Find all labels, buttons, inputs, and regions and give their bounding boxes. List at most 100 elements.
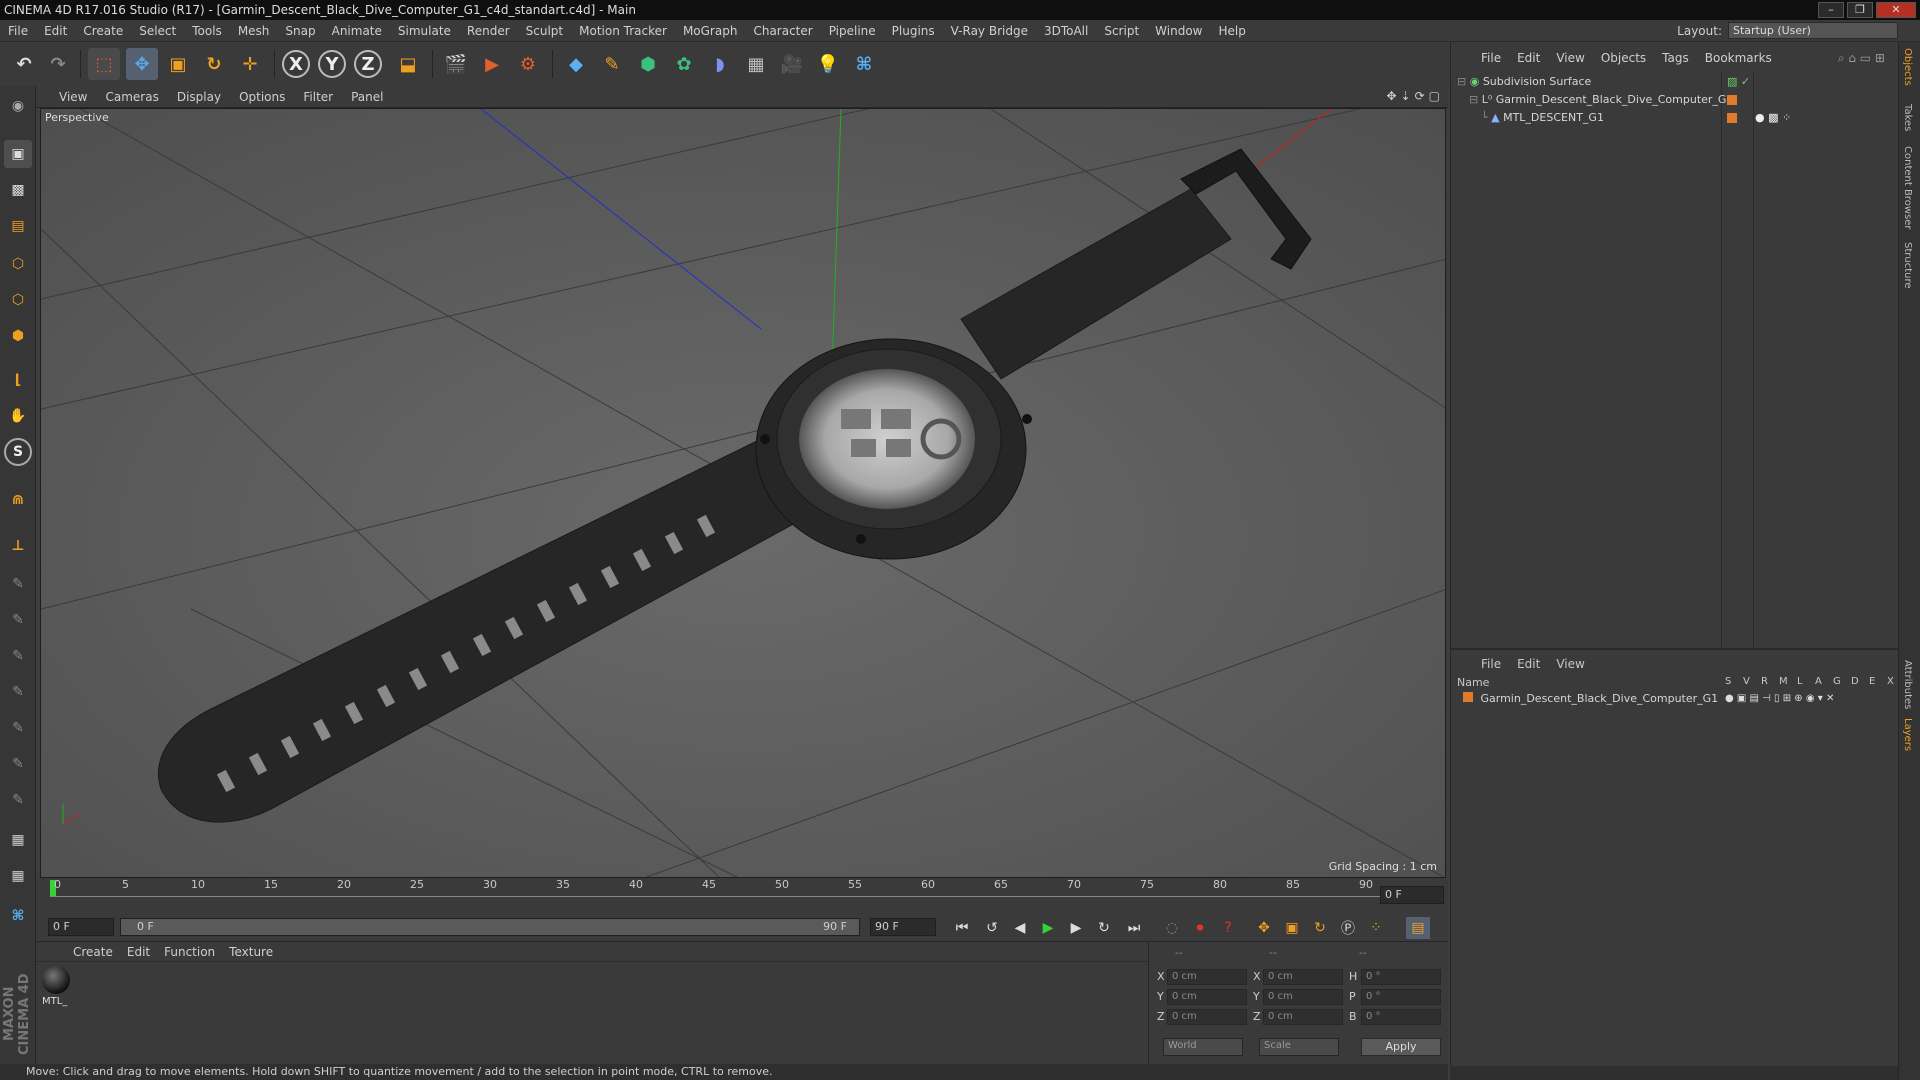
cube-icon[interactable]: ◆ [560,48,592,80]
viewport-menu-display[interactable]: Display [168,90,230,104]
pos-z-field[interactable]: 0 cm [1167,1009,1247,1025]
model-mode-icon[interactable]: ▣ [4,140,32,168]
axis-mode-icon[interactable]: ⌊ [4,366,32,394]
brush-icon[interactable]: ✎ [4,570,32,598]
layer-color-swatch[interactable] [1727,113,1737,123]
workplane-icon[interactable]: ▤ [4,212,32,240]
grid-unlock-icon[interactable]: ▦ [4,862,32,890]
menu-pipeline[interactable]: Pipeline [821,24,884,38]
start-frame-field[interactable]: 0 F [48,918,114,936]
workplane-lock-icon[interactable]: ⊥ [4,532,32,560]
layout-select[interactable]: Startup (User) [1728,22,1898,39]
make-editable-icon[interactable]: ◉ [4,92,32,120]
horizontal-scrollbar[interactable] [1450,1066,1898,1080]
key-parameter-icon[interactable]: Ⓟ [1336,917,1360,939]
python-script-icon[interactable]: ⌘ [4,902,32,930]
menu-snap[interactable]: Snap [277,24,323,38]
layer-flags-icons[interactable]: ● ▣ ▤ ⊣ ▯ ⊞ ⊕ ◉ ▾ ✕ [1725,690,1834,708]
coordinate-system-icon[interactable]: ⬓ [392,48,424,80]
render-view-icon[interactable]: 🎬 [440,48,472,80]
points-mode-icon[interactable]: ⬡ [4,250,32,278]
transform-icon[interactable]: ✛ [234,48,266,80]
menu-edit[interactable]: Edit [36,24,75,38]
layer-color-swatch[interactable] [1463,692,1473,702]
texture-mode-icon[interactable]: ▩ [4,176,32,204]
material-menu-texture[interactable]: Texture [222,945,280,959]
key-scale-icon[interactable]: ▣ [1280,917,1304,939]
render-picture-viewer-icon[interactable]: ▶ [476,48,508,80]
obj-menu-file[interactable]: File [1473,51,1509,65]
tab-objects[interactable]: Objects [1902,48,1913,86]
obj-menu-view[interactable]: View [1548,51,1592,65]
edges-mode-icon[interactable]: ⬡ [4,286,32,314]
autokey-icon[interactable]: ? [1216,917,1240,939]
rot-h-field[interactable]: 0 ° [1361,969,1441,985]
floor-icon[interactable]: ▦ [740,48,772,80]
obj-menu-tags[interactable]: Tags [1654,51,1697,65]
size-z-field[interactable]: 0 cm [1263,1009,1343,1025]
pos-y-field[interactable]: 0 cm [1167,989,1247,1005]
render-settings-icon[interactable]: ⚙ [512,48,544,80]
material-menu-edit[interactable]: Edit [120,945,157,959]
material-menu-create[interactable]: Create [66,945,120,959]
menu-tools[interactable]: Tools [184,24,230,38]
viewport-menu-cameras[interactable]: Cameras [96,90,167,104]
obj-search-icon[interactable]: ⌕ ⌂ ▭ ⊞ [1830,51,1893,66]
tab-content-browser[interactable]: Content Browser [1902,146,1913,229]
menu-mesh[interactable]: Mesh [230,24,278,38]
viewport-zoom-icon[interactable]: ⇣ [1401,89,1411,103]
menu-3dtoall[interactable]: 3DToAll [1036,24,1096,38]
y-axis-lock-button[interactable]: Y [318,50,346,78]
rotate-icon[interactable]: ↻ [198,48,230,80]
layer-menu-file[interactable]: File [1473,657,1509,671]
snap-icon[interactable]: S [4,438,32,466]
timeline[interactable]: 0 5 10 15 20 25 30 35 40 45 50 55 60 65 … [36,878,1448,912]
end-frame-field[interactable]: 90 F [870,918,936,936]
magnet-icon[interactable]: ⋒ [4,486,32,514]
next-key-icon[interactable]: ↻ [1092,917,1116,939]
undo-icon[interactable]: ↶ [8,48,40,80]
go-to-end-icon[interactable]: ⏭ [1122,917,1146,939]
scale-icon[interactable]: ▣ [162,48,194,80]
subdivision-icon[interactable]: ⬢ [632,48,664,80]
redo-icon[interactable]: ↷ [42,48,74,80]
key-rotation-icon[interactable]: ↻ [1308,917,1332,939]
play-icon[interactable]: ▶ [1036,917,1060,939]
viewport-menu-view[interactable]: View [50,90,96,104]
menu-help[interactable]: Help [1210,24,1253,38]
previous-key-icon[interactable]: ↺ [980,917,1004,939]
apply-button[interactable]: Apply [1361,1038,1441,1056]
menu-file[interactable]: File [0,24,36,38]
close-button[interactable]: ✕ [1876,2,1916,18]
viewport-maximize-icon[interactable]: ▢ [1429,89,1440,103]
material-swatch[interactable]: MTL_ [42,966,72,1012]
menu-vray-bridge[interactable]: V-Ray Bridge [943,24,1036,38]
tab-takes[interactable]: Takes [1902,104,1913,131]
move-icon[interactable]: ✥ [126,48,158,80]
menu-create[interactable]: Create [75,24,131,38]
pinch-brush-icon[interactable]: ✎ [4,750,32,778]
pen-spline-icon[interactable]: ✎ [596,48,628,80]
menu-simulate[interactable]: Simulate [390,24,459,38]
obj-menu-bookmarks[interactable]: Bookmarks [1697,51,1780,65]
camera-icon[interactable]: 🎥 [776,48,808,80]
size-y-field[interactable]: 0 cm [1263,989,1343,1005]
layer-menu-edit[interactable]: Edit [1509,657,1548,671]
live-selection-icon[interactable]: ⬚ [88,48,120,80]
object-row-mtl[interactable]: └ ▲ MTL_DESCENT_G1 ● ▩ ⁘ [1481,109,1897,127]
range-slider[interactable]: 0 F 90 F [120,918,860,936]
material-menu-function[interactable]: Function [157,945,222,959]
current-frame-field[interactable]: 0 F [1380,886,1444,904]
object-row-subdivision[interactable]: ⊟ ◉ Subdivision Surface ▨ ✓ [1457,73,1897,91]
record-icon[interactable]: ⏺ [1188,917,1212,939]
grid-lock-icon[interactable]: ▦ [4,826,32,854]
coord-mode-select[interactable]: World [1163,1038,1243,1056]
grab-brush-icon[interactable]: ✎ [4,786,32,814]
menu-mograph[interactable]: MoGraph [675,24,746,38]
obj-menu-objects[interactable]: Objects [1593,51,1654,65]
key-position-icon[interactable]: ✥ [1252,917,1276,939]
light-icon[interactable]: 💡 [812,48,844,80]
layer-menu-view[interactable]: View [1548,657,1592,671]
polygons-mode-icon[interactable]: ⬢ [4,322,32,350]
object-row-garmin[interactable]: ⊟ L⁰ Garmin_Descent_Black_Dive_Computer_… [1469,91,1897,109]
